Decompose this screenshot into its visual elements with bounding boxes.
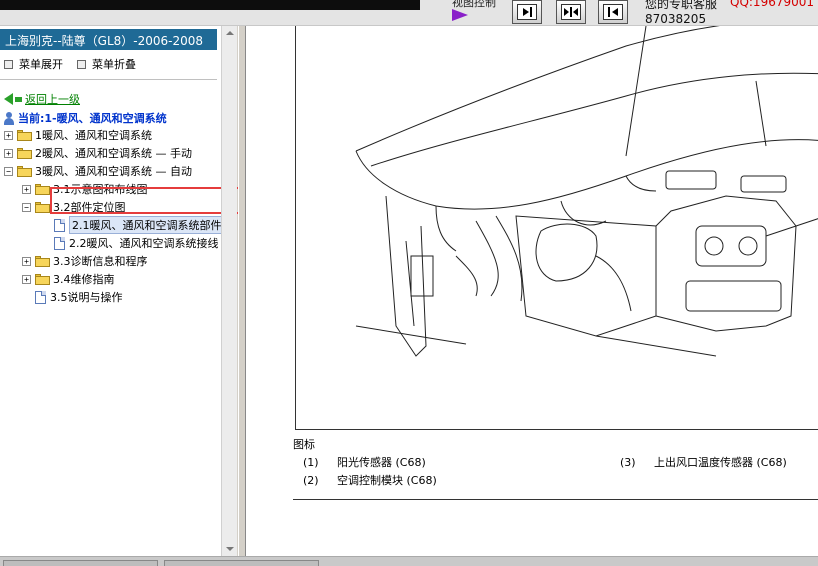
split-view-button[interactable] [556,0,586,24]
back-link-label: 返回上一级 [25,93,80,106]
previous-page-icon [603,4,623,20]
legend-label: 空调控制模块 (C68) [337,474,437,487]
hvac-component-diagram [295,26,818,430]
scroll-up-icon[interactable] [226,31,234,35]
tree-item-label: 2.2暖风、通风和空调系统接线 [69,237,219,250]
tree-item-label: 3.4维修指南 [53,273,115,286]
top-toolbar: 视图控制 您的专职客服 QQ:19679001 87038205 [0,0,818,26]
collapse-toggle-icon[interactable]: − [22,202,31,212]
previous-page-button[interactable] [598,0,628,24]
expand-toggle-icon[interactable]: + [4,148,13,158]
taskbar-tab[interactable] [3,560,158,566]
folder-icon [17,147,32,159]
collapse-toggle-icon[interactable]: − [4,166,13,176]
next-page-button[interactable] [512,0,542,24]
content-panel: 图标 (1) 阳光传感器 (C68) (2) 空调控制模块 (C68) (3) 上出风… [246,26,818,556]
tree-item[interactable]: + 2暖风、通风和空调系统 — 手动 [4,145,192,161]
legend-label: 上出风口温度传感器 (C68) [654,456,787,469]
current-location: 当前:1-暖风、通风和空调系统 [4,110,167,126]
tree-item-selected[interactable]: 2.1暖风、通风和空调系统部件 [54,216,225,234]
folder-icon [35,255,50,267]
expand-toggle-icon[interactable]: + [22,184,31,194]
next-page-icon [517,4,537,20]
tree-item-label: 2.1暖风、通风和空调系统部件 [69,216,225,234]
scroll-down-icon[interactable] [226,547,234,551]
collapse-menu-label: 菜单折叠 [92,58,136,71]
divider [0,79,217,80]
menu-controls: 菜单展开 菜单折叠 [0,56,217,74]
tree-item[interactable]: 3.5说明与操作 [35,289,123,305]
expand-toggle-icon[interactable]: + [22,256,31,266]
legend-label: 阳光传感器 (C68) [337,456,426,469]
tree-item[interactable]: + 3.4维修指南 [22,271,115,287]
title-strip [0,0,420,10]
tree-item-label: 2暖风、通风和空调系统 — 手动 [35,147,192,160]
tree-item-label: 3.3诊断信息和程序 [53,255,148,268]
expand-menu-button[interactable]: 菜单展开 [4,56,63,72]
document-icon [54,218,65,232]
expand-toggle-icon[interactable]: + [22,274,31,284]
collapse-menu-button[interactable]: 菜单折叠 [77,56,136,72]
back-arrow-tail [15,96,22,102]
legend-item: (1) 阳光传感器 (C68) [303,454,426,470]
expand-icon [4,59,13,69]
tree-item[interactable]: − 3暖风、通风和空调系统 — 自动 [4,163,192,179]
collapse-icon [77,59,86,69]
legend-item: (2) 空调控制模块 (C68) [303,472,437,488]
back-arrow-icon [4,93,13,105]
bottom-taskbar [0,556,818,566]
legend-item: (3) 上出风口温度传感器 (C68) [620,454,787,470]
vehicle-title: 上海别克--陆尊（GL8）-2006-2008 [0,29,217,50]
split-view-icon [561,4,581,20]
phone-number: 87038205 [645,12,707,26]
panel-splitter[interactable] [238,26,246,556]
tree-item-label: 3.5说明与操作 [50,291,123,304]
document-icon [54,236,65,250]
back-link[interactable]: 返回上一级 [4,91,80,107]
content-divider [293,499,818,500]
navigation-panel: 上海别克--陆尊（GL8）-2006-2008 菜单展开 菜单折叠 返回上一级 … [0,26,237,556]
current-location-label: 当前:1-暖风、通风和空调系统 [18,112,167,125]
tree-item[interactable]: + 3.3诊断信息和程序 [22,253,148,269]
folder-icon [35,183,50,195]
folder-open-icon [35,201,50,213]
folder-icon [17,129,32,141]
left-scrollbar[interactable] [221,26,237,556]
folder-icon [35,273,50,285]
dashboard-illustration [355,26,818,357]
legend-number: (3) [620,456,636,469]
tree-item[interactable]: + 1暖风、通风和空调系统 [4,127,152,143]
tree-item[interactable]: 2.2暖风、通风和空调系统接线 [54,235,219,251]
legend-number: (2) [303,474,319,487]
expand-menu-label: 菜单展开 [19,58,63,71]
service-label: 您的专职客服 [645,0,718,11]
expand-toggle-icon[interactable]: + [4,130,13,140]
play-icon[interactable] [452,9,468,21]
document-icon [35,290,46,304]
tree-item-label: 1暖风、通风和空调系统 [35,129,152,142]
qq-contact-link[interactable]: QQ:19679001 [730,0,814,9]
legend-number: (1) [303,456,319,469]
legend-title: 图标 [293,438,315,451]
taskbar-tab[interactable] [164,560,319,566]
folder-open-icon [17,165,32,177]
user-icon [4,111,14,125]
tree-item-label: 3暖风、通风和空调系统 — 自动 [35,165,192,178]
